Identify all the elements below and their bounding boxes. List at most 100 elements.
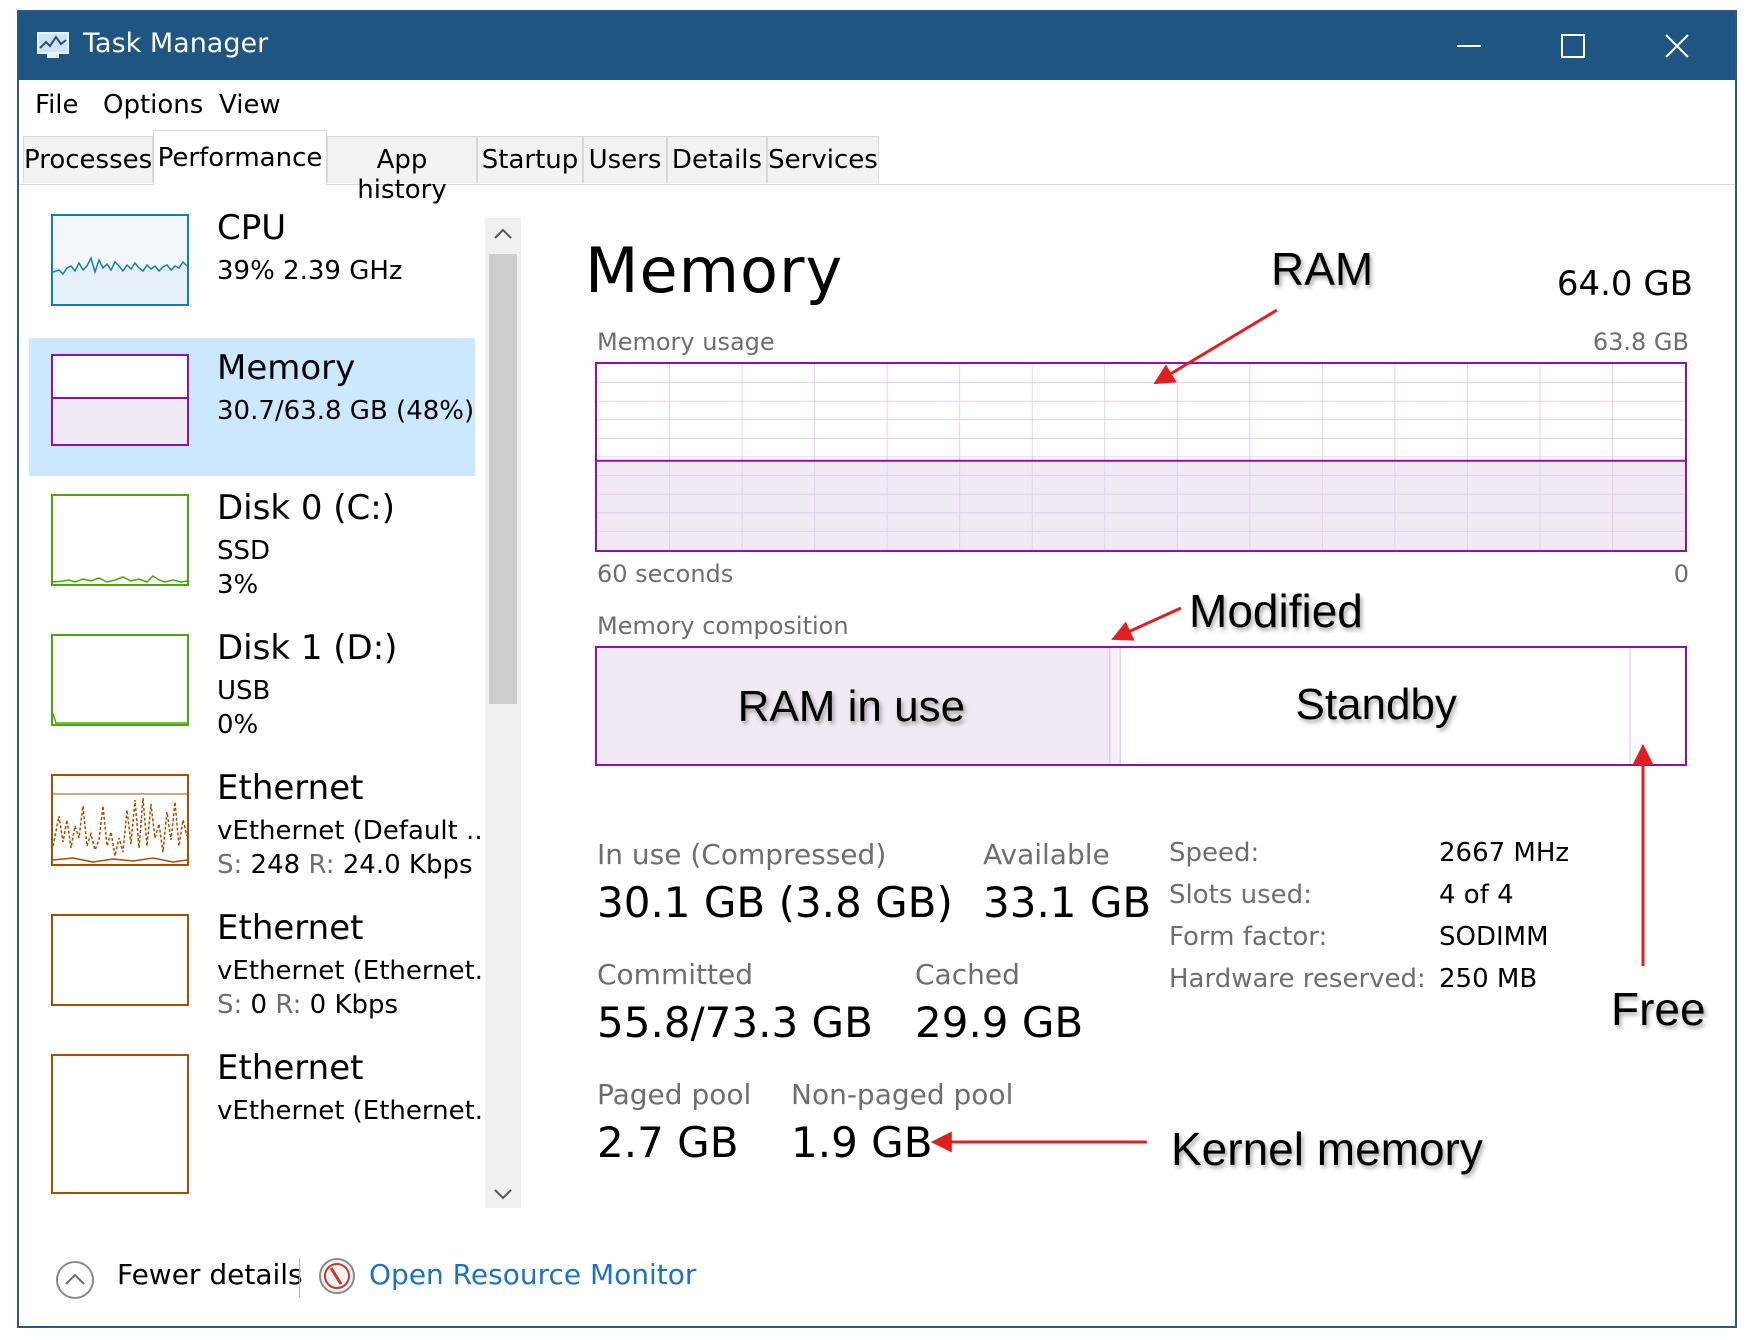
committed-label: Committed xyxy=(597,958,753,991)
menu-file[interactable]: File xyxy=(35,90,79,120)
tab-app-history[interactable]: App history xyxy=(327,136,477,205)
standby-label: Standby xyxy=(1295,680,1457,729)
memory-composition-label: Memory composition xyxy=(597,612,849,640)
send-value: 0 xyxy=(250,990,268,1020)
send-value: 248 xyxy=(250,850,301,880)
open-resource-monitor-link[interactable]: Open Resource Monitor xyxy=(369,1258,696,1291)
free-segment xyxy=(1630,648,1685,764)
scroll-down-icon[interactable] xyxy=(485,1182,521,1212)
graph-time-left: 60 seconds xyxy=(597,560,734,588)
sidebar-item-name: Memory xyxy=(217,348,356,388)
ram-in-use-label: RAM in use xyxy=(737,682,966,731)
sidebar-item-name: Disk 0 (C:) xyxy=(217,488,396,528)
minimize-button[interactable] xyxy=(1417,12,1521,80)
maximize-button[interactable] xyxy=(1521,12,1625,80)
sidebar-item-disk-1[interactable]: Disk 1 (D:) USB 0% xyxy=(29,618,475,756)
sidebar-item-ethernet-3[interactable]: Ethernet vEthernet (Ethernet... xyxy=(29,1038,500,1194)
spec-slots-value: 4 of 4 xyxy=(1439,880,1514,910)
disk1-thumbnail xyxy=(51,634,189,726)
sidebar-item-disk-0[interactable]: Disk 0 (C:) SSD 3% xyxy=(29,478,475,616)
ethernet1-thumbnail xyxy=(51,774,189,866)
maximize-icon xyxy=(1561,34,1585,58)
tab-performance[interactable]: Performance xyxy=(153,130,327,185)
sidebar-item-cpu[interactable]: CPU 39% 2.39 GHz xyxy=(29,198,475,336)
sidebar-scrollbar[interactable] xyxy=(485,218,521,1208)
sidebar-item-detail: 39% 2.39 GHz xyxy=(217,256,403,286)
sidebar-item-name: Disk 1 (D:) xyxy=(217,628,398,668)
spec-form-factor-value: SODIMM xyxy=(1439,922,1549,952)
non-paged-pool-label: Non-paged pool xyxy=(791,1078,1014,1111)
send-label: S: xyxy=(217,850,243,880)
available-value: 33.1 GB xyxy=(983,878,1152,927)
close-button[interactable] xyxy=(1625,12,1729,80)
receive-value: 0 Kbps xyxy=(309,990,399,1020)
sidebar-item-ethernet-1[interactable]: Ethernet vEthernet (Default ... S: 248 R… xyxy=(29,758,491,896)
annotation-ram: RAM xyxy=(1271,243,1374,295)
footer-divider xyxy=(299,1258,300,1298)
page-title: Memory xyxy=(585,234,844,307)
ethernet3-thumbnail xyxy=(51,1054,189,1194)
title-bar[interactable]: Task Manager xyxy=(19,12,1735,80)
sidebar-item-detail: vEthernet (Ethernet... xyxy=(217,956,500,986)
sidebar-item-memory[interactable]: Memory 30.7/63.8 GB (48%) xyxy=(29,338,475,476)
memory-thumbnail xyxy=(51,354,189,446)
cpu-thumbnail xyxy=(51,214,189,306)
scroll-up-icon[interactable] xyxy=(485,218,521,248)
fewer-details-button[interactable]: Fewer details xyxy=(117,1258,303,1291)
usage-graph-svg xyxy=(597,364,1685,550)
spec-speed-value: 2667 MHz xyxy=(1439,838,1570,868)
sidebar-item-name: Ethernet xyxy=(217,908,364,948)
in-use-label: In use (Compressed) xyxy=(597,838,887,871)
spec-hw-reserved-value: 250 MB xyxy=(1439,964,1538,994)
usage-fill xyxy=(597,460,1685,550)
minimize-icon xyxy=(1457,45,1481,47)
sidebar-item-name: CPU xyxy=(217,208,287,248)
tab-details[interactable]: Details xyxy=(667,136,767,183)
sidebar-item-throughput: S: 248 R: 24.0 Kbps xyxy=(217,850,473,880)
sidebar-item-ethernet-2[interactable]: Ethernet vEthernet (Ethernet... S: 0 R: … xyxy=(29,898,500,1036)
sidebar-item-name: Ethernet xyxy=(217,1048,364,1088)
sidebar-item-name: Ethernet xyxy=(217,768,364,808)
available-label: Available xyxy=(983,838,1110,871)
annotation-kernel-memory: Kernel memory xyxy=(1171,1123,1483,1175)
annotation-modified: Modified xyxy=(1189,585,1363,637)
window-title: Task Manager xyxy=(83,28,269,59)
task-manager-icon xyxy=(37,30,71,60)
scroll-thumb[interactable] xyxy=(489,254,517,704)
tab-startup[interactable]: Startup xyxy=(477,136,583,183)
task-manager-window: Task Manager File Options View Processes… xyxy=(17,10,1737,1328)
spec-form-factor-label: Form factor: xyxy=(1169,922,1328,952)
menu-view[interactable]: View xyxy=(219,90,281,120)
paged-pool-label: Paged pool xyxy=(597,1078,752,1111)
in-use-value: 30.1 GB (3.8 GB) xyxy=(597,878,953,927)
tab-bar: Processes Performance App history Startu… xyxy=(19,128,1735,205)
chevron-up-icon[interactable] xyxy=(55,1260,95,1300)
spec-slots-label: Slots used: xyxy=(1169,880,1312,910)
disk0-thumbnail xyxy=(51,494,189,586)
sidebar-item-detail: SSD xyxy=(217,536,271,566)
receive-value: 24.0 Kbps xyxy=(342,850,473,880)
tab-users[interactable]: Users xyxy=(583,136,667,183)
annotation-free: Free xyxy=(1611,983,1706,1035)
send-label: S: xyxy=(217,990,243,1020)
sidebar-item-detail: USB xyxy=(217,676,271,706)
paged-pool-value: 2.7 GB xyxy=(597,1118,739,1167)
total-ram: 64.0 GB xyxy=(1556,264,1693,304)
receive-label: R: xyxy=(275,990,302,1020)
sidebar-item-value: 3% xyxy=(217,570,259,600)
memory-composition-bar: RAM in use Standby xyxy=(595,646,1687,766)
graph-time-right: 0 xyxy=(1673,560,1689,588)
sidebar-item-throughput: S: 0 R: 0 Kbps xyxy=(217,990,398,1020)
spec-speed-label: Speed: xyxy=(1169,838,1260,868)
close-icon xyxy=(1665,34,1689,58)
memory-usage-graph xyxy=(595,362,1687,552)
resource-list: CPU 39% 2.39 GHz Memory 30.7/63.8 GB (48… xyxy=(19,198,529,1198)
cached-value: 29.9 GB xyxy=(915,998,1084,1047)
modified-arrow xyxy=(1111,606,1182,641)
menu-options[interactable]: Options xyxy=(103,90,203,120)
tab-processes[interactable]: Processes xyxy=(23,136,153,183)
sidebar-item-value: 0% xyxy=(217,710,259,740)
committed-value: 55.8/73.3 GB xyxy=(597,998,873,1047)
tab-services[interactable]: Services xyxy=(767,136,879,183)
modified-segment xyxy=(1110,648,1121,764)
